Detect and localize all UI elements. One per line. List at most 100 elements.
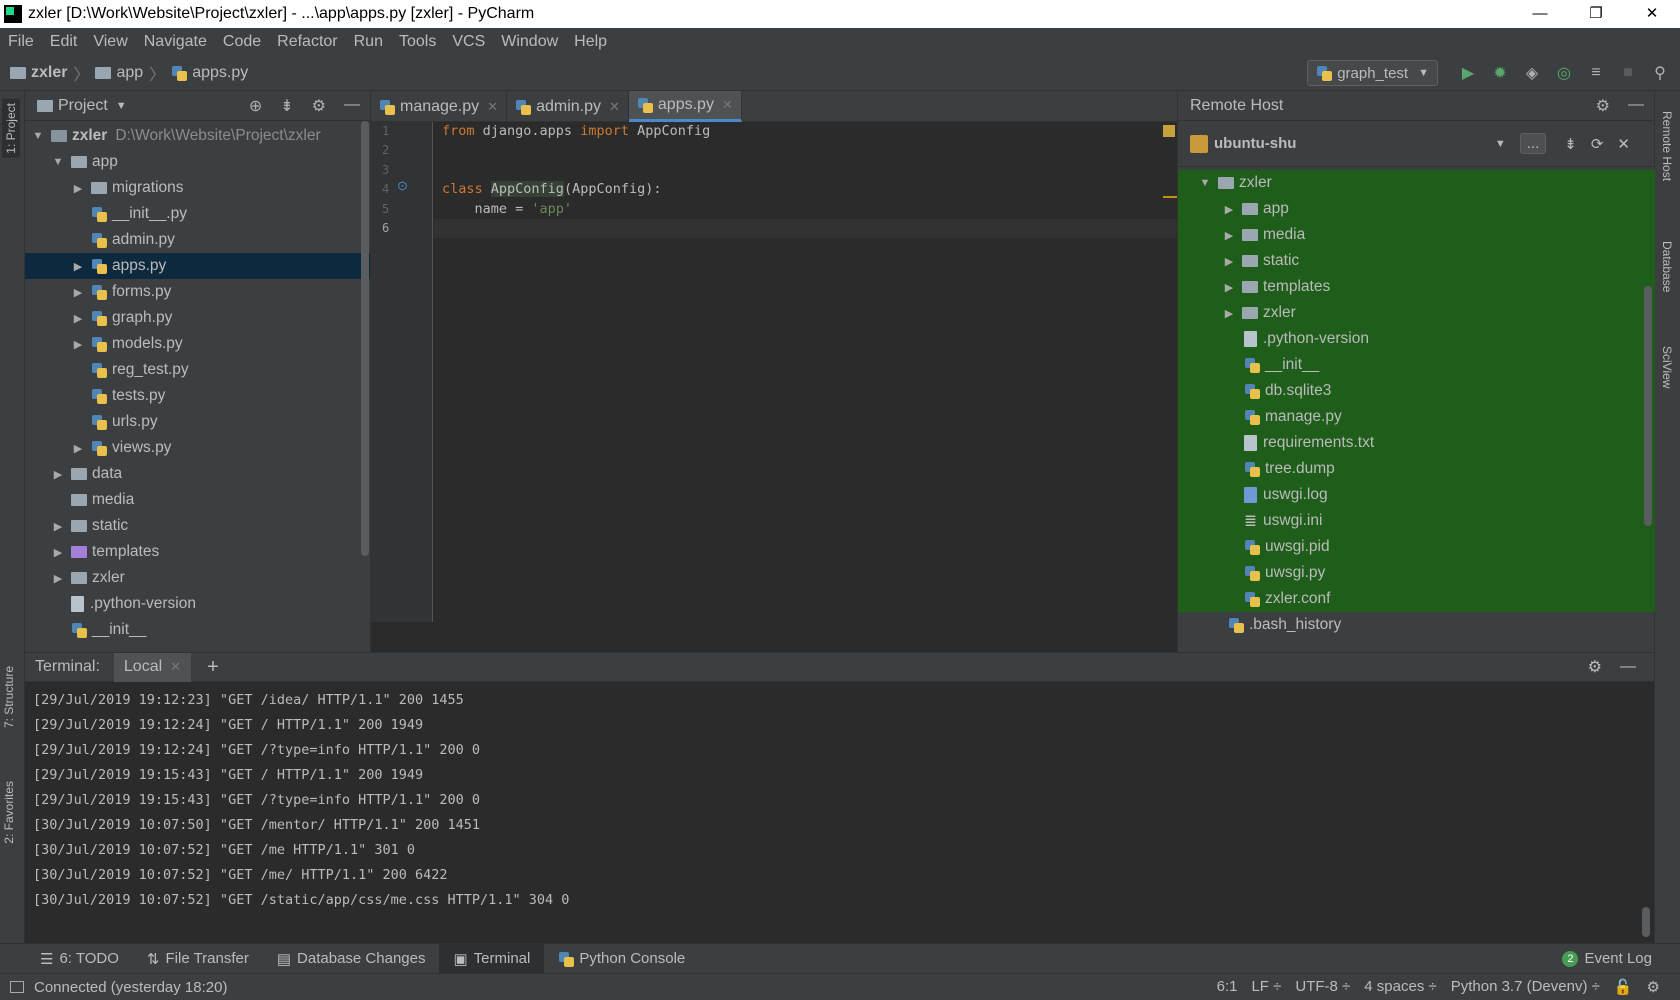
chevron-down-icon[interactable]: ▼ bbox=[1495, 138, 1506, 150]
remote-item-requirements[interactable]: requirements.txt bbox=[1178, 430, 1655, 456]
expand-arrow-icon[interactable]: ▶ bbox=[51, 546, 65, 559]
side-tab-project[interactable]: 1: Project bbox=[2, 99, 20, 158]
tree-item-models[interactable]: ▶ models.py bbox=[25, 331, 370, 357]
side-tab-remote-host[interactable]: Remote Host bbox=[1660, 111, 1674, 181]
remote-item-python-version[interactable]: .python-version bbox=[1178, 326, 1655, 352]
tree-item-forms[interactable]: ▶ forms.py bbox=[25, 279, 370, 305]
tree-item-tests[interactable]: tests.py bbox=[25, 383, 370, 409]
inspection-indicator-icon[interactable] bbox=[1163, 125, 1175, 137]
collapse-icon[interactable]: ⇟ bbox=[1564, 135, 1577, 153]
override-marker-icon[interactable]: ⊙ bbox=[397, 178, 408, 194]
concurrency-icon[interactable]: ≡ bbox=[1586, 63, 1606, 83]
close-tab-icon[interactable]: ✕ bbox=[170, 659, 181, 675]
remote-item-uwsgi-py[interactable]: uwsgi.py bbox=[1178, 560, 1655, 586]
close-tab-icon[interactable]: ✕ bbox=[609, 99, 620, 115]
tree-item-python-version[interactable]: .python-version bbox=[25, 591, 370, 617]
menu-tools[interactable]: Tools bbox=[391, 33, 444, 51]
tree-item-static[interactable]: ▶ static bbox=[25, 513, 370, 539]
gear-icon[interactable]: ⚙ bbox=[1588, 657, 1602, 677]
tree-item-app[interactable]: ▼ app bbox=[25, 149, 370, 175]
close-tab-icon[interactable]: ✕ bbox=[487, 99, 498, 115]
menu-code[interactable]: Code bbox=[215, 33, 269, 51]
tree-item-reg-test[interactable]: reg_test.py bbox=[25, 357, 370, 383]
tree-item-migrations[interactable]: ▶ migrations bbox=[25, 175, 370, 201]
tree-item-graph[interactable]: ▶ graph.py bbox=[25, 305, 370, 331]
remote-item-zxler[interactable]: ▼ zxler bbox=[1178, 170, 1655, 196]
search-icon[interactable]: ⚲ bbox=[1650, 63, 1670, 83]
side-tab-favorites[interactable]: 2: Favorites bbox=[2, 781, 16, 844]
server-name[interactable]: ubuntu-shu bbox=[1214, 135, 1296, 152]
expand-arrow-icon[interactable]: ▶ bbox=[1222, 255, 1236, 268]
more-button[interactable]: ... bbox=[1519, 133, 1547, 154]
locate-icon[interactable]: ⊕ bbox=[249, 96, 262, 116]
new-terminal-icon[interactable]: + bbox=[207, 656, 219, 679]
warning-stripe[interactable] bbox=[1163, 196, 1177, 198]
tab-database-changes[interactable]: ▤ Database Changes bbox=[263, 944, 440, 974]
menu-refactor[interactable]: Refactor bbox=[269, 33, 345, 51]
run-icon[interactable]: ▶ bbox=[1458, 63, 1478, 83]
terminal-tab-local[interactable]: Local ✕ bbox=[113, 652, 192, 682]
tab-admin-py[interactable]: admin.py ✕ bbox=[507, 91, 629, 122]
tree-item-media[interactable]: media bbox=[25, 487, 370, 513]
expand-arrow-icon[interactable]: ▼ bbox=[51, 156, 65, 168]
menu-edit[interactable]: Edit bbox=[42, 33, 86, 51]
remote-item-app[interactable]: ▶ app bbox=[1178, 196, 1655, 222]
menu-run[interactable]: Run bbox=[346, 33, 391, 51]
tree-item-init[interactable]: __init__.py bbox=[25, 201, 370, 227]
expand-arrow-icon[interactable]: ▼ bbox=[31, 130, 45, 142]
menu-window[interactable]: Window bbox=[493, 33, 566, 51]
expand-arrow-icon[interactable]: ▶ bbox=[51, 520, 65, 533]
expand-arrow-icon[interactable]: ▶ bbox=[71, 338, 85, 351]
hide-icon[interactable]: — bbox=[344, 96, 360, 116]
tab-python-console[interactable]: Python Console bbox=[544, 944, 699, 974]
caret-position[interactable]: 6:1 bbox=[1217, 978, 1238, 996]
file-encoding[interactable]: UTF-8 ÷ bbox=[1295, 978, 1350, 996]
collapse-all-icon[interactable]: ⇟ bbox=[280, 96, 293, 116]
tab-terminal[interactable]: ▣ Terminal bbox=[439, 943, 545, 974]
remote-item-uswgi-log[interactable]: uswgi.log bbox=[1178, 482, 1655, 508]
tree-item-templates[interactable]: ▶ templates bbox=[25, 539, 370, 565]
gear-icon[interactable]: ⚙ bbox=[1596, 96, 1610, 116]
remote-item-uwsgi-pid[interactable]: uwsgi.pid bbox=[1178, 534, 1655, 560]
remote-item-manage[interactable]: manage.py bbox=[1178, 404, 1655, 430]
expand-arrow-icon[interactable]: ▶ bbox=[1222, 281, 1236, 294]
debug-icon[interactable]: ✹ bbox=[1490, 63, 1510, 83]
expand-arrow-icon[interactable]: ▶ bbox=[1222, 229, 1236, 242]
expand-arrow-icon[interactable]: ▼ bbox=[1198, 177, 1212, 189]
tree-item-admin[interactable]: admin.py bbox=[25, 227, 370, 253]
expand-arrow-icon[interactable]: ▶ bbox=[71, 442, 85, 455]
expand-arrow-icon[interactable]: ▶ bbox=[71, 260, 85, 273]
hide-icon[interactable]: — bbox=[1628, 96, 1644, 116]
lock-icon[interactable]: 🔓 bbox=[1614, 978, 1633, 996]
terminal-output[interactable]: [29/Jul/2019 19:12:23] "GET /idea/ HTTP/… bbox=[25, 682, 1654, 943]
gear-icon[interactable]: ⚙ bbox=[312, 96, 326, 116]
side-tab-sciview[interactable]: SciView bbox=[1660, 346, 1674, 388]
remote-item-init[interactable]: __init__ bbox=[1178, 352, 1655, 378]
maximize-button[interactable]: ❐ bbox=[1568, 0, 1624, 28]
remote-item-db[interactable]: db.sqlite3 bbox=[1178, 378, 1655, 404]
close-window-button[interactable]: ✕ bbox=[1624, 0, 1680, 28]
tab-todo[interactable]: ☰ 6: TODO bbox=[26, 944, 133, 974]
remote-scrollbar[interactable] bbox=[1644, 286, 1652, 526]
close-icon[interactable]: ✕ bbox=[1617, 135, 1630, 153]
tab-file-transfer[interactable]: ⇅ File Transfer bbox=[133, 944, 263, 974]
expand-arrow-icon[interactable]: ▶ bbox=[51, 572, 65, 585]
remote-item-zxler-conf[interactable]: zxler.conf bbox=[1178, 586, 1655, 612]
indent-setting[interactable]: 4 spaces ÷ bbox=[1364, 978, 1436, 996]
side-tab-structure[interactable]: 7: Structure bbox=[2, 666, 16, 728]
remote-item-static[interactable]: ▶ static bbox=[1178, 248, 1655, 274]
expand-arrow-icon[interactable]: ▶ bbox=[71, 286, 85, 299]
python-interpreter[interactable]: Python 3.7 (Devenv) ÷ bbox=[1451, 978, 1600, 996]
close-tab-icon[interactable]: ✕ bbox=[722, 97, 733, 113]
breadcrumb-root[interactable]: zxler bbox=[31, 64, 67, 82]
project-scrollbar[interactable] bbox=[361, 121, 369, 556]
remote-item-media[interactable]: ▶ media bbox=[1178, 222, 1655, 248]
stop-icon[interactable]: ■ bbox=[1618, 63, 1638, 83]
tab-event-log[interactable]: 2 Event Log bbox=[1548, 944, 1666, 974]
minimize-button[interactable]: — bbox=[1512, 0, 1568, 28]
code-editor[interactable]: from django.apps import AppConfig class … bbox=[434, 122, 1177, 652]
tree-item-zxler[interactable]: ▶ zxler bbox=[25, 565, 370, 591]
tree-item-init-root[interactable]: __init__ bbox=[25, 617, 370, 643]
breadcrumb-folder[interactable]: app bbox=[116, 64, 143, 82]
remote-item-uswgi-ini[interactable]: ≣ uswgi.ini bbox=[1178, 508, 1655, 534]
